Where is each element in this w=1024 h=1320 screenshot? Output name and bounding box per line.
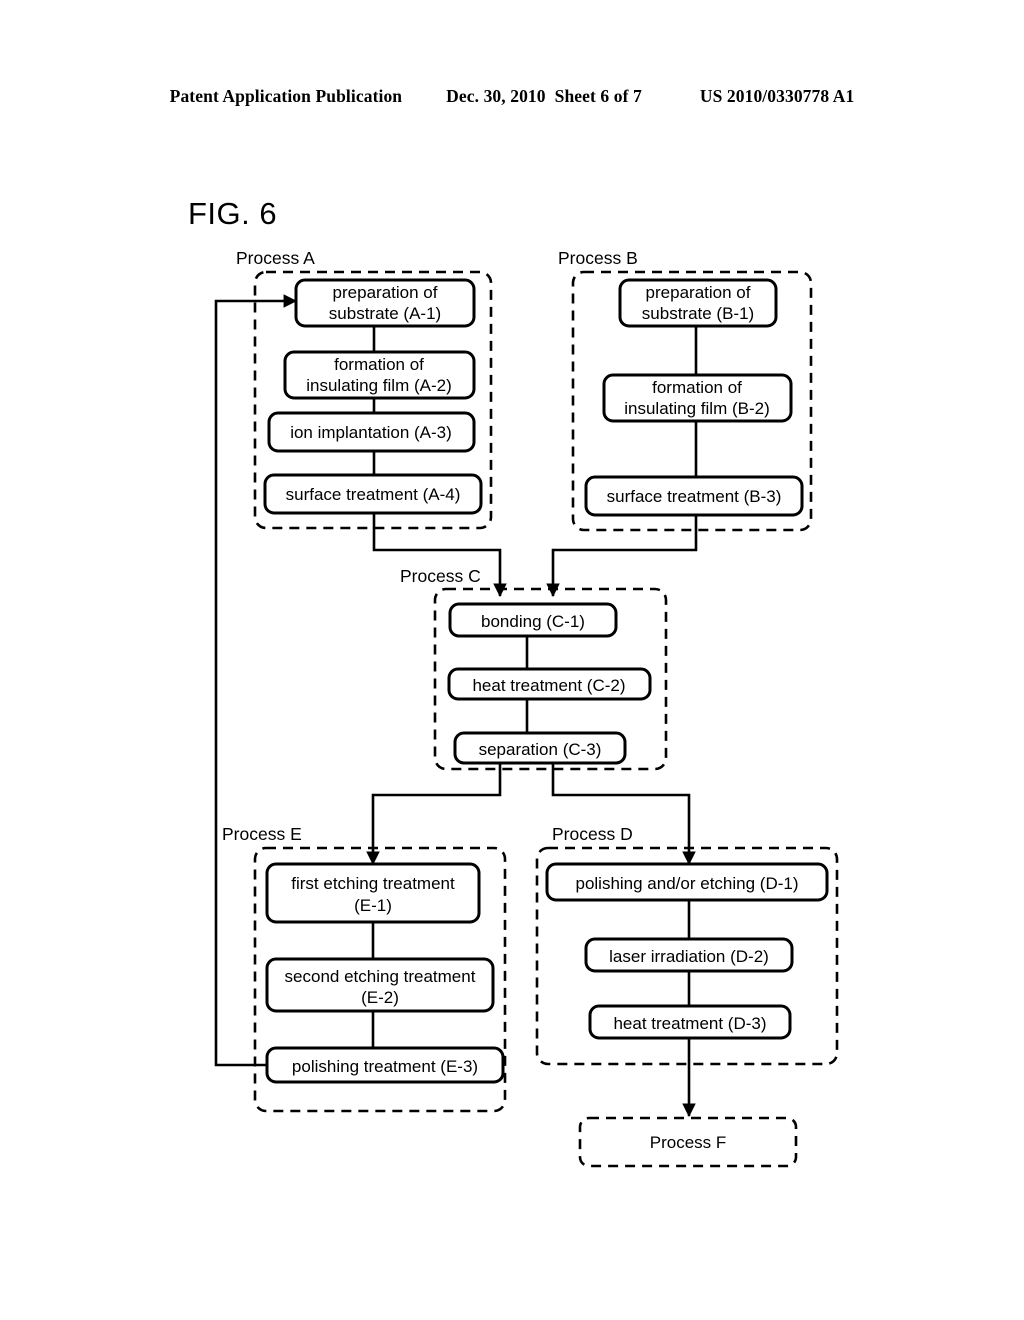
node-d3[interactable]: heat treatment (D-3) (588, 1004, 792, 1040)
node-c2[interactable]: heat treatment (C-2) (447, 667, 652, 701)
node-d3-label: heat treatment (D-3) (613, 1014, 766, 1033)
node-b3[interactable]: surface treatment (B-3) (584, 475, 804, 517)
patent-page: Patent Application Publication Dec. 30, … (0, 0, 1024, 1320)
flowchart-diagram: Process A Process B Process C Process E … (214, 248, 839, 1168)
node-c2-label: heat treatment (C-2) (472, 676, 625, 695)
node-c1-label: bonding (C-1) (481, 612, 585, 631)
node-e1-label-line2: (E-1) (354, 896, 392, 915)
node-b2-label-line1: formation of (652, 378, 742, 397)
node-e2-label-line1: second etching treatment (285, 967, 476, 986)
node-a3[interactable]: ion implantation (A-3) (267, 411, 476, 453)
node-e3-label: polishing treatment (E-3) (292, 1057, 478, 1076)
group-label-process-d: Process D (552, 824, 633, 844)
node-e2[interactable]: second etching treatment (E-2) (265, 957, 495, 1013)
node-c1[interactable]: bonding (C-1) (448, 602, 618, 638)
node-b3-label: surface treatment (B-3) (607, 487, 782, 506)
group-label-process-c: Process C (400, 566, 481, 586)
node-c3-label: separation (C-3) (479, 740, 602, 759)
node-e1[interactable]: first etching treatment (E-1) (265, 862, 481, 924)
node-d1[interactable]: polishing and/or etching (D-1) (545, 862, 829, 902)
node-a2-label-line2: insulating film (A-2) (306, 376, 452, 395)
group-label-process-e: Process E (222, 824, 302, 844)
node-b1-label-line1: preparation of (646, 283, 751, 302)
node-d2-label: laser irradiation (D-2) (609, 947, 769, 966)
group-label-process-f: Process F (650, 1133, 727, 1152)
node-a1[interactable]: preparation of substrate (A-1) (294, 278, 476, 328)
node-a3-label: ion implantation (A-3) (290, 423, 452, 442)
node-d2[interactable]: laser irradiation (D-2) (584, 937, 794, 973)
node-d1-label: polishing and/or etching (D-1) (575, 874, 798, 893)
node-b2-label-line2: insulating film (B-2) (624, 399, 770, 418)
node-e2-label-line2: (E-2) (361, 988, 399, 1007)
connector-b-to-c (546, 515, 698, 598)
node-b1-label-line2: substrate (B-1) (642, 304, 754, 323)
node-b1[interactable]: preparation of substrate (B-1) (618, 278, 778, 328)
node-a4-label: surface treatment (A-4) (286, 485, 461, 504)
node-b2[interactable]: formation of insulating film (B-2) (602, 373, 793, 423)
node-e1-label-line1: first etching treatment (291, 874, 455, 893)
node-a2-label-line1: formation of (334, 355, 424, 374)
node-a2[interactable]: formation of insulating film (A-2) (283, 350, 476, 400)
node-a1-label-line1: preparation of (333, 283, 438, 302)
group-label-process-a: Process A (236, 248, 315, 268)
node-a1-label-line2: substrate (A-1) (329, 304, 441, 323)
node-c3[interactable]: separation (C-3) (453, 731, 627, 765)
node-e3[interactable]: polishing treatment (E-3) (265, 1046, 505, 1084)
node-a4[interactable]: surface treatment (A-4) (263, 473, 483, 515)
group-label-process-b: Process B (558, 248, 638, 268)
